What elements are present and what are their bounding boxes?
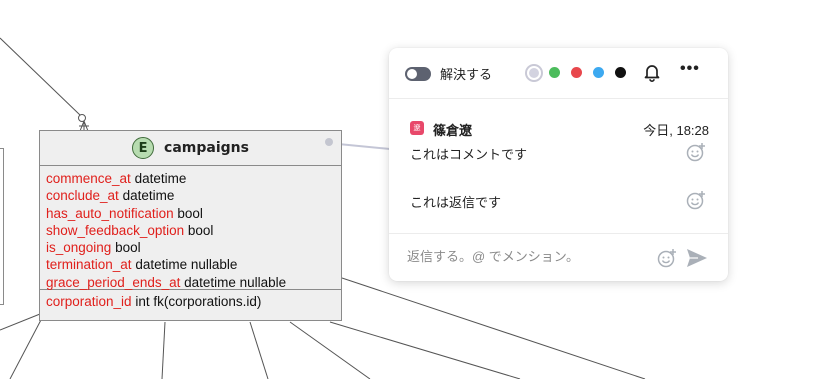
send-icon[interactable]	[686, 248, 708, 268]
field-type: bool	[177, 205, 203, 221]
color-green[interactable]	[549, 67, 560, 78]
comment-author: 篠倉遼	[433, 123, 473, 138]
field-type: datetime	[122, 188, 175, 204]
reply-area	[389, 233, 728, 282]
field-name: commence_at	[46, 171, 131, 186]
field-row: is_ongoing bool	[46, 239, 341, 256]
field-name: conclude_at	[46, 188, 119, 204]
relation-line	[0, 313, 41, 331]
comment-timestamp: 今日, 18:28	[643, 123, 709, 138]
field-row: show_feedback_option bool	[46, 222, 341, 239]
field-name: termination_at	[46, 257, 132, 273]
reply-input[interactable]	[407, 247, 647, 265]
field-type: bool	[187, 222, 214, 238]
comment-toolbar: 解決する •••	[389, 48, 728, 99]
emoji-add-icon[interactable]	[657, 248, 677, 268]
field-type: datetime	[134, 171, 187, 186]
comment-text: これはコメントです	[410, 147, 528, 162]
entity-campaigns[interactable]: E campaigns commence_at datetime conclud…	[39, 130, 342, 321]
field-type: datetime nullable	[184, 274, 287, 290]
field-type: int fk(corporations.id)	[135, 294, 262, 309]
field-name: corporation_id	[46, 294, 132, 309]
entity-badge: E	[132, 137, 155, 159]
relation-line	[9, 317, 43, 379]
field-type: bool	[115, 240, 141, 256]
resolve-label[interactable]: 解決する	[440, 64, 492, 83]
relation-endpoint	[78, 114, 86, 122]
emoji-add-icon[interactable]	[686, 190, 706, 210]
relation-line	[0, 37, 81, 116]
relation-line	[249, 321, 269, 379]
color-black[interactable]	[615, 67, 626, 78]
more-icon[interactable]: •••	[680, 60, 700, 78]
color-gray[interactable]	[527, 66, 541, 80]
comment-thread: 遼 篠倉遼 今日, 18:28 これはコメントです これは返信です	[389, 98, 728, 233]
comment-anchor-dot[interactable]	[325, 138, 333, 146]
bell-icon[interactable]	[642, 62, 662, 82]
field-type: datetime nullable	[135, 257, 238, 273]
emoji-add-icon[interactable]	[686, 142, 706, 162]
entity-title: campaigns	[164, 140, 249, 156]
field-row: has_auto_notification bool	[46, 205, 341, 222]
field-name: show_feedback_option	[46, 222, 185, 238]
entity-header: E campaigns	[40, 131, 341, 166]
relation-line	[341, 277, 646, 379]
relation-line	[161, 321, 166, 379]
toggle-knob	[407, 69, 417, 79]
field-name: is_ongoing	[46, 240, 112, 256]
field-name: grace_period_ends_at	[46, 274, 181, 290]
color-red[interactable]	[571, 67, 582, 78]
field-row: commence_at datetime	[46, 170, 341, 187]
comment-panel: 解決する ••• 遼 篠倉遼 今日, 18:28 これはコメントです これは返信…	[389, 48, 728, 281]
entity-fields: commence_at datetime conclude_at datetim…	[40, 166, 341, 290]
resolve-toggle[interactable]	[405, 67, 431, 81]
field-row: termination_at datetime nullable	[46, 256, 341, 273]
field-name: has_auto_notification	[46, 205, 174, 221]
color-blue[interactable]	[593, 67, 604, 78]
avatar: 遼	[410, 121, 424, 135]
reply-text: これは返信です	[410, 195, 502, 210]
field-row: grace_period_ends_at datetime nullable	[46, 274, 341, 291]
field-row: conclude_at datetime	[46, 187, 341, 204]
adjacent-entity[interactable]	[0, 148, 4, 305]
foreign-key-row: corporation_id int fk(corporations.id)	[40, 290, 341, 310]
